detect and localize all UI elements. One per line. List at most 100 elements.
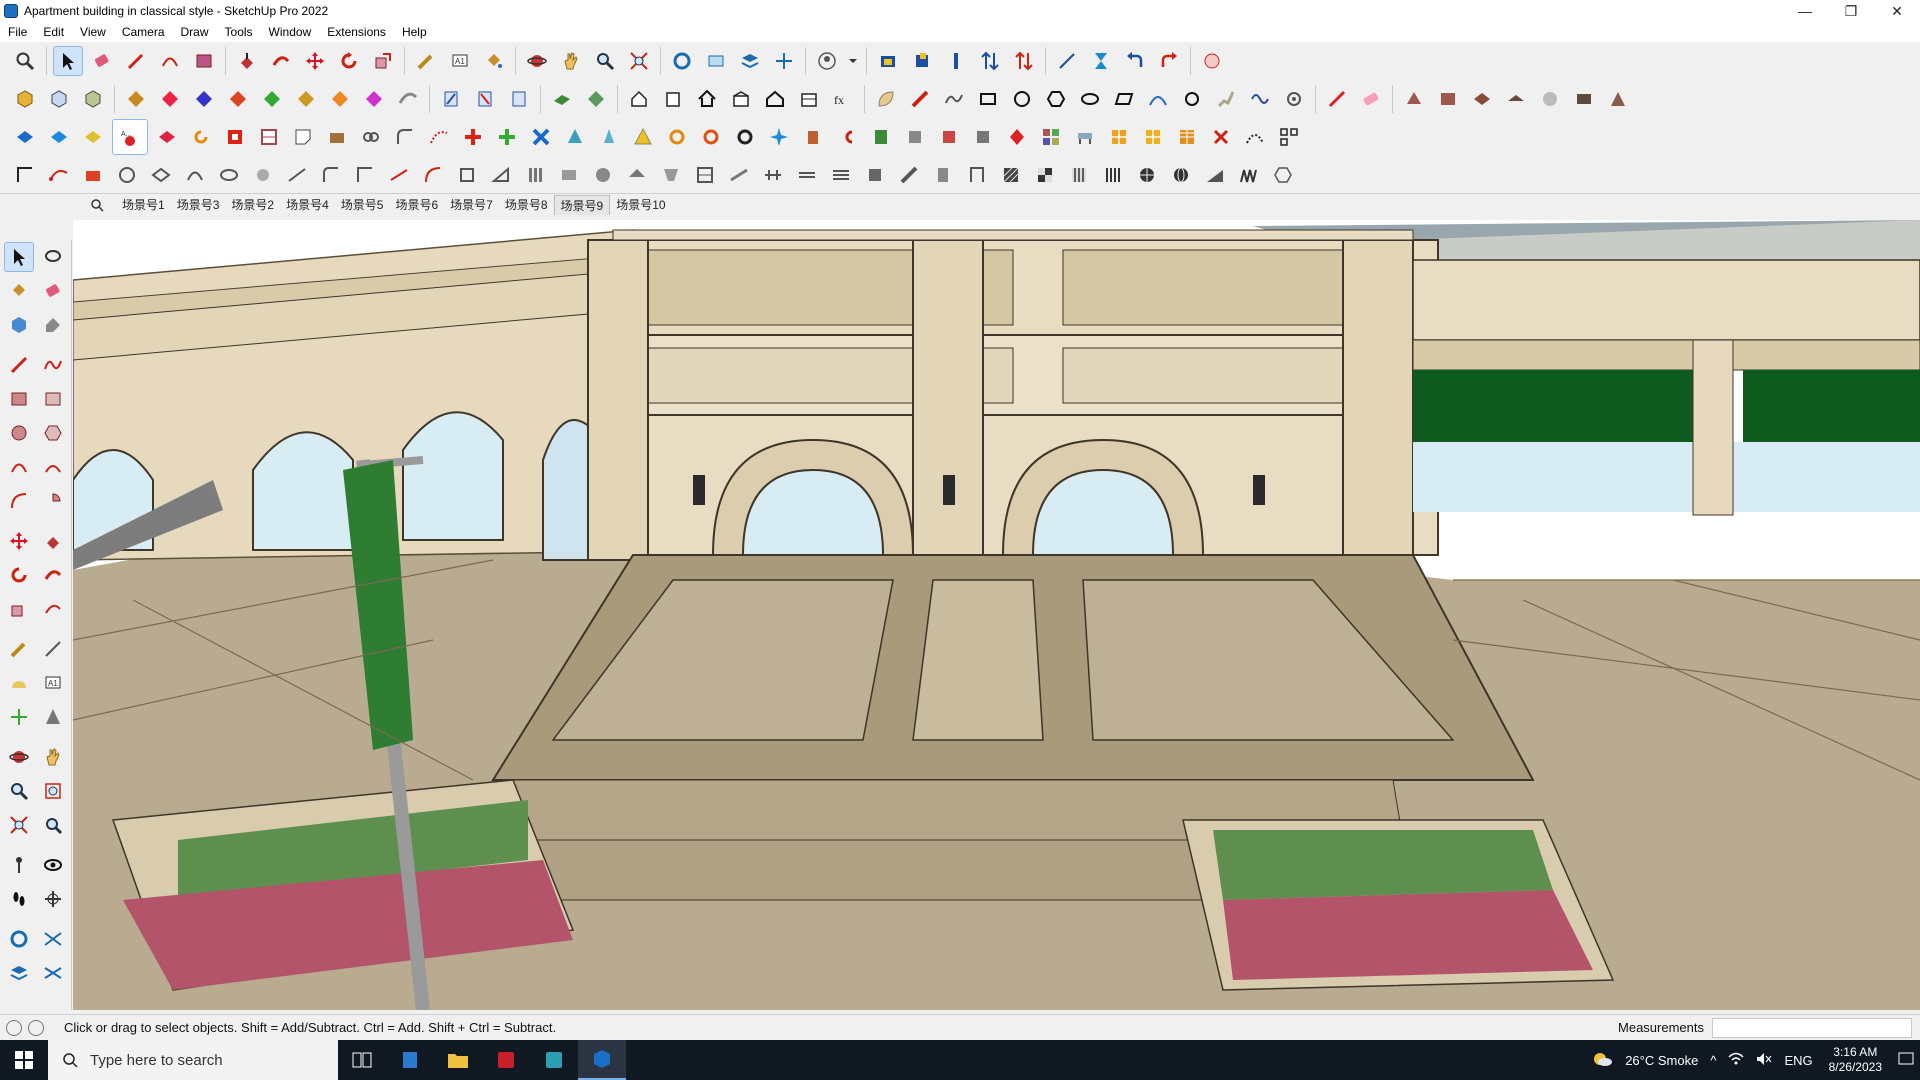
gray-shape-2-icon[interactable] [146, 160, 176, 190]
gray-shape-14-icon[interactable] [656, 160, 686, 190]
solid-tool-6-icon[interactable] [291, 84, 321, 114]
previous-view-left-icon[interactable] [38, 810, 68, 840]
bars-icon[interactable] [1098, 160, 1128, 190]
gray-tool-2-icon[interactable] [968, 122, 998, 152]
scene-tab-6[interactable]: 场景号6 [389, 195, 444, 215]
sketchup-taskbar-icon[interactable] [578, 1040, 626, 1080]
leaf-tool-icon[interactable] [871, 84, 901, 114]
polygon-outline-icon[interactable] [1041, 84, 1071, 114]
measurements-input[interactable] [1712, 1017, 1912, 1038]
arc-2pt-left-icon[interactable] [38, 452, 68, 482]
weather-icon[interactable] [1591, 1051, 1613, 1070]
styles-icon[interactable] [667, 46, 697, 76]
undo-icon[interactable] [1120, 46, 1150, 76]
red-hook-icon[interactable] [832, 122, 862, 152]
blue-tool-2-icon[interactable] [470, 84, 500, 114]
calculator-app-icon[interactable] [386, 1040, 434, 1080]
gray-shape-16-icon[interactable] [724, 160, 754, 190]
make-component-icon[interactable] [4, 310, 34, 340]
select-arrow-icon[interactable] [53, 46, 83, 76]
hatch-icon[interactable] [996, 160, 1026, 190]
gray-shape-11-icon[interactable] [554, 160, 584, 190]
walk-footprints-icon[interactable] [4, 884, 34, 914]
volume-muted-icon[interactable] [1756, 1052, 1772, 1069]
scene-tab-1[interactable]: 场景号1 [116, 195, 171, 215]
solid-tool-3-icon[interactable] [189, 84, 219, 114]
freehand-icon[interactable] [1245, 84, 1275, 114]
qr-grid-icon[interactable] [1274, 122, 1304, 152]
notification-icon[interactable] [1898, 1051, 1914, 1070]
house-tool-4-icon[interactable] [760, 84, 790, 114]
teal-app-icon[interactable] [530, 1040, 578, 1080]
components-grid-icon[interactable] [1036, 122, 1066, 152]
push-pull-left-icon[interactable] [38, 526, 68, 556]
yellow-plane-tool-icon[interactable] [78, 122, 108, 152]
scene-tab-2[interactable]: 场景号2 [225, 195, 280, 215]
menu-file[interactable]: File [0, 25, 35, 39]
section-plane-left-icon[interactable] [38, 884, 68, 914]
zoom-icon-2[interactable] [590, 46, 620, 76]
rotated-rect-left-icon[interactable] [38, 384, 68, 414]
gray-shape-17-icon[interactable] [758, 160, 788, 190]
gray-shape-3-icon[interactable] [180, 160, 210, 190]
blue-tool-3-icon[interactable] [504, 84, 534, 114]
close-button[interactable]: ✕ [1874, 0, 1920, 22]
green-tool-1-icon[interactable] [547, 84, 577, 114]
paint-bucket-left-icon[interactable] [4, 276, 34, 306]
gray-shape-15-icon[interactable] [690, 160, 720, 190]
dimension-icon[interactable] [1052, 46, 1082, 76]
pink-eraser-icon[interactable] [1356, 84, 1386, 114]
zoom-left-icon[interactable] [4, 776, 34, 806]
menu-camera[interactable]: Camera [114, 25, 173, 39]
eraser-left-icon[interactable] [38, 276, 68, 306]
blue-plane-tool-2-icon[interactable] [44, 122, 74, 152]
axes-left-icon[interactable] [4, 702, 34, 732]
stripes-icon[interactable] [1064, 160, 1094, 190]
menu-draw[interactable]: Draw [173, 25, 217, 39]
green-flip-icon[interactable] [866, 122, 896, 152]
taskbar-search-box[interactable]: Type here to search [48, 1040, 338, 1080]
layout-send-icon[interactable] [941, 46, 971, 76]
pan-left-icon[interactable] [38, 742, 68, 772]
shape-rectangle-icon[interactable] [189, 46, 219, 76]
protractor-left-icon[interactable] [4, 668, 34, 698]
gray-shape-7-icon[interactable] [316, 160, 346, 190]
blue-x-icon[interactable] [526, 122, 556, 152]
solid-tool-5-icon[interactable] [257, 84, 287, 114]
house-tool-1-icon[interactable] [624, 84, 654, 114]
red-cross-icon[interactable] [458, 122, 488, 152]
arc-icon[interactable] [155, 46, 185, 76]
text-tool-icon[interactable]: A1 [445, 46, 475, 76]
green-cross-icon[interactable] [492, 122, 522, 152]
house-tool-3-icon[interactable] [726, 84, 756, 114]
scale-icon[interactable] [368, 46, 398, 76]
house-tool-5-icon[interactable] [794, 84, 824, 114]
checker-icon[interactable] [1030, 160, 1060, 190]
text-fx-icon[interactable]: fx [828, 84, 858, 114]
arc-3pt-left-icon[interactable] [4, 486, 34, 516]
rotate-icon[interactable] [334, 46, 364, 76]
house-icon[interactable] [692, 84, 722, 114]
zoom-extents-left-icon[interactable] [4, 810, 34, 840]
rectangle-left-icon[interactable] [4, 384, 34, 414]
scale-left-icon[interactable] [4, 594, 34, 624]
box-textured-icon[interactable] [78, 84, 108, 114]
orange-grid-3-icon[interactable] [1172, 122, 1202, 152]
menu-edit[interactable]: Edit [35, 25, 72, 39]
brown-tool-3-icon[interactable] [1467, 84, 1497, 114]
3d-text-left-icon[interactable] [38, 702, 68, 732]
ramp-icon[interactable] [1200, 160, 1230, 190]
red-curve-tool-icon[interactable] [418, 160, 448, 190]
push-pull-icon[interactable] [232, 46, 262, 76]
hourglass-icon[interactable] [1086, 46, 1116, 76]
gray-shape-6-icon[interactable] [282, 160, 312, 190]
gray-shape-12-icon[interactable] [588, 160, 618, 190]
follow-me-icon[interactable] [266, 46, 296, 76]
scene-tab-10[interactable]: 场景号10 [610, 195, 671, 215]
paint-bucket-icon[interactable] [479, 46, 509, 76]
menu-help[interactable]: Help [394, 25, 435, 39]
orange-ring-icon[interactable] [662, 122, 692, 152]
polygon-left-icon[interactable] [38, 418, 68, 448]
spiky-icon[interactable] [1234, 160, 1264, 190]
red-dots-curve-icon[interactable] [424, 122, 454, 152]
